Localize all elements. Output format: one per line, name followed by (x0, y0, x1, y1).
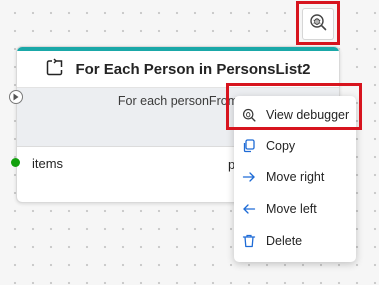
highlight-box-view-debugger (226, 83, 362, 130)
input-port[interactable] (9, 90, 23, 104)
copy-icon (242, 139, 256, 153)
loop-icon (45, 57, 65, 82)
menu-item-label: Move right (266, 170, 325, 184)
items-port[interactable] (11, 158, 20, 167)
menu-item-delete[interactable]: Delete (234, 227, 356, 255)
menu-item-move-right[interactable]: Move right (234, 163, 356, 191)
menu-item-move-left[interactable]: Move left (234, 195, 356, 223)
node-title: For Each Person in PersonsList2 (75, 60, 311, 78)
highlight-box-debugger-button (296, 1, 340, 45)
arrow-right-icon (242, 170, 256, 184)
arrow-left-icon (242, 202, 256, 216)
menu-item-label: Move left (266, 202, 317, 216)
menu-item-label: Delete (266, 234, 303, 248)
menu-item-label: Copy (266, 139, 296, 153)
items-label: items (32, 156, 64, 171)
trash-icon (242, 234, 256, 248)
play-icon (13, 93, 19, 101)
menu-item-copy[interactable]: Copy (234, 132, 356, 160)
